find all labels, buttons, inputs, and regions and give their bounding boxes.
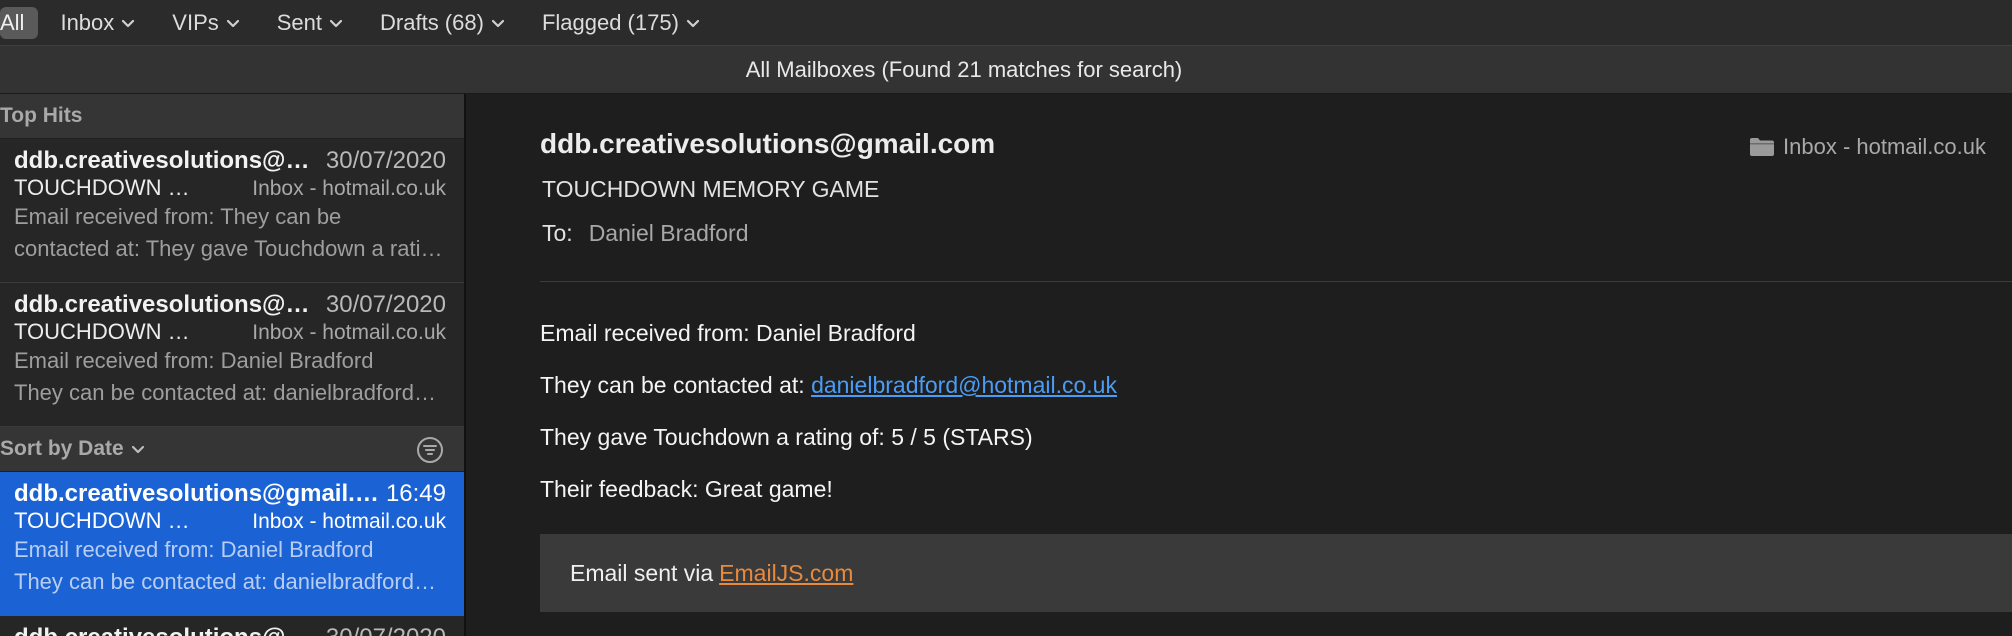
message-list: Top Hits ddb.creativesolutions@gmail.com… [0,94,466,636]
message-subject: TOUCHDOWN MEMORY GAME [14,175,204,200]
message-subject: TOUCHDOWN MEMORY GAME [14,319,204,344]
message-date: 30/07/2020 [326,624,446,636]
search-scope-bar: All Mailboxes (Found 21 matches for sear… [0,45,2012,94]
folder-icon [1750,138,1775,156]
body-line-contact: They can be contacted at: danielbradford… [540,372,1117,399]
top-hits-label: Top Hits [0,104,83,127]
footer-prefix: Email sent via [570,559,714,586]
email-footer: Email sent via EmailJS.com [540,534,2012,612]
message-subject-heading: TOUCHDOWN MEMORY GAME [542,176,880,202]
favorite-drafts[interactable]: Drafts (68) [380,7,506,39]
list-item-selected[interactable]: ddb.creativesolutions@gmail.com 16:49 TO… [0,472,464,616]
message-preview-line: Email received from: Daniel Bradford [14,348,374,373]
recipient-name[interactable]: Daniel Bradford [589,220,749,247]
message-date: 30/07/2020 [325,291,446,318]
favorite-inbox[interactable]: Inbox [60,7,136,39]
favorite-inbox-label: Inbox [60,9,115,35]
body-line: Their feedback: Great game! [540,476,833,502]
favorite-flagged-label: Flagged (175) [541,9,679,35]
emailjs-link[interactable]: EmailJS.com [719,560,853,587]
message-sender: ddb.creativesolutions@gmail.com [14,291,314,318]
message-sender: ddb.creativesolutions@gmail.com [14,147,314,174]
message-viewer: ddb.creativesolutions@gmail.com TOUCHDOW… [466,94,2012,636]
message-sender: ddb.creativesolutions@gmail.com [14,480,384,507]
contact-prefix: They can be contacted at: [540,372,805,398]
favorite-drafts-label: Drafts (68) [380,9,484,35]
email-link[interactable]: danielbradford@hotmail.co.uk [811,372,1117,398]
search-scope-title: All Mailboxes (Found 21 matches for sear… [745,57,1183,82]
favorites-bar: All Inbox VIPs Sent Drafts (68) Flagged … [0,0,2012,45]
message-preview-line: They can be contacted at: danielbradford… [14,380,446,405]
chevron-down-icon [329,19,343,27]
chevron-down-icon [131,445,144,454]
top-hits-header: Top Hits [0,94,464,139]
message-mailbox: Inbox - hotmail.co.uk [252,321,446,344]
favorite-all[interactable]: All [0,6,39,39]
favorite-sent[interactable]: Sent [277,7,344,39]
body-line: They gave Touchdown a rating of: 5 / 5 (… [540,424,1033,450]
favorite-vips[interactable]: VIPs [172,7,240,39]
sort-by-date-header[interactable]: Sort by Date [0,427,464,472]
to-label: To: [542,220,573,246]
chevron-down-icon [122,19,135,27]
header-divider [540,281,2012,282]
list-item[interactable]: ddb.creativesolutions@gmail.com 30/07/20… [0,283,464,427]
message-date: 16:49 [385,480,446,507]
favorite-all-label: All [0,9,25,35]
mailbox-location-label: Inbox - hotmail.co.uk [1783,134,1986,159]
message-mailbox: Inbox - hotmail.co.uk [252,510,446,533]
chevron-down-icon [491,19,505,27]
body-line: Email received from: Daniel Bradford [540,320,916,346]
filter-icon[interactable] [416,436,444,464]
message-subject: TOUCHDOWN MEMORY GAME [14,508,204,533]
message-preview-line: Email received from: Daniel Bradford [14,537,374,562]
sort-label: Sort by Date [0,437,124,460]
favorite-vips-label: VIPs [172,9,219,35]
message-recipients: To: Daniel Bradford [542,220,749,247]
list-item[interactable]: ddb.creativesolutions@gmail.com 30/07/20… [0,616,464,636]
message-mailbox-location: Inbox - hotmail.co.uk [1749,134,1986,160]
message-preview-line: They can be contacted at: danielbradford… [14,569,446,594]
chevron-down-icon [686,19,700,27]
message-mailbox: Inbox - hotmail.co.uk [252,177,446,200]
message-date: 30/07/2020 [325,147,446,174]
message-sender: ddb.creativesolutions@gmail.com [14,624,314,636]
sort-menu[interactable]: Sort by Date [0,437,146,461]
favorite-sent-label: Sent [276,9,323,35]
list-item[interactable]: ddb.creativesolutions@gmail.com 30/07/20… [0,139,464,283]
message-preview-line: contacted at: They gave Touchdown a rati… [14,236,446,261]
chevron-down-icon [226,19,239,27]
message-from[interactable]: ddb.creativesolutions@gmail.com [540,128,995,160]
message-preview-line: Email received from: They can be [14,204,342,229]
favorite-flagged[interactable]: Flagged (175) [542,7,701,39]
